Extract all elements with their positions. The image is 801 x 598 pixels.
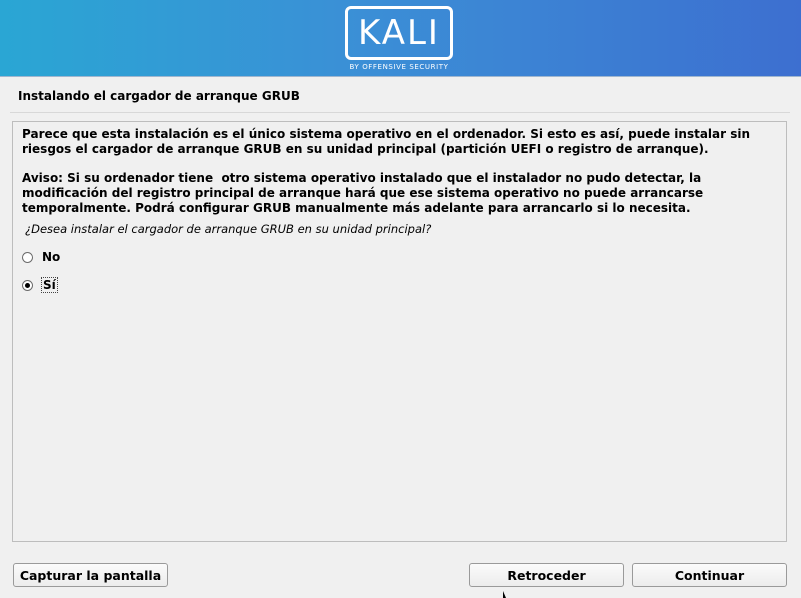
kali-banner: KALI BY OFFENSIVE SECURITY <box>0 0 801 77</box>
logo-subtext: BY OFFENSIVE SECURITY <box>349 63 449 71</box>
title-divider <box>10 112 790 113</box>
info-paragraph: Parece que esta instalación es el único … <box>22 127 751 156</box>
option-no[interactable]: No <box>22 248 61 266</box>
kali-logo: KALI <box>345 6 453 60</box>
screenshot-button[interactable]: Capturar la pantalla <box>13 563 168 587</box>
radio-no[interactable] <box>22 251 33 263</box>
content-panel: Parece que esta instalación es el único … <box>12 121 787 542</box>
warning-paragraph: Aviso: Si su ordenador tiene otro sistem… <box>22 171 704 215</box>
option-no-label: No <box>42 250 61 264</box>
option-si[interactable]: Sí <box>22 276 58 294</box>
continue-button[interactable]: Continuar <box>632 563 787 587</box>
back-button[interactable]: Retroceder <box>469 563 624 587</box>
logo-text: KALI <box>358 13 440 53</box>
question-text: ¿Desea instalar el cargador de arranque … <box>25 222 432 236</box>
mouse-cursor-icon <box>503 591 506 598</box>
option-si-label: Sí <box>41 277 58 293</box>
radio-si[interactable] <box>22 279 33 291</box>
step-title: Instalando el cargador de arranque GRUB <box>18 89 300 103</box>
